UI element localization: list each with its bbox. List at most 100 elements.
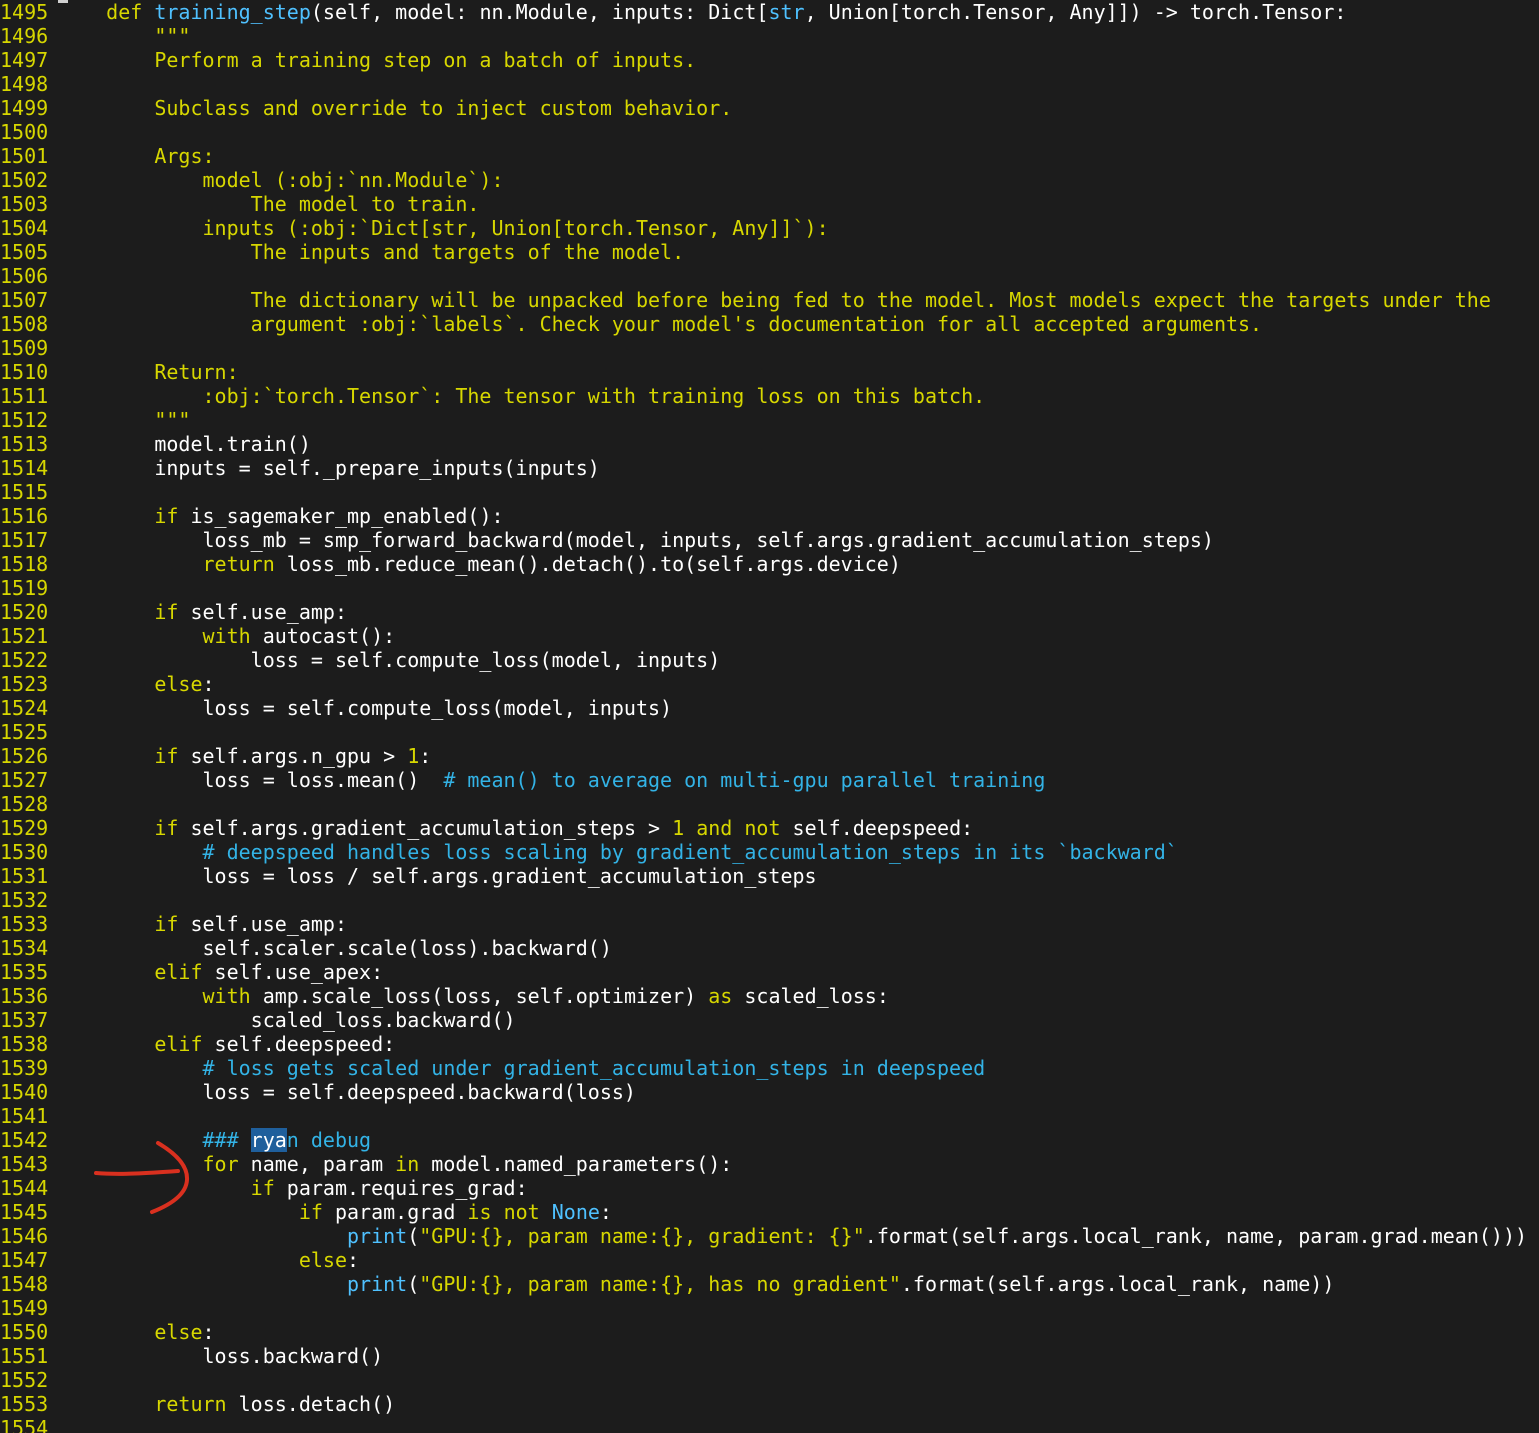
code-line[interactable]: 1511 :obj:`torch.Tensor`: The tensor wit… bbox=[0, 384, 985, 408]
code-line[interactable]: 1512 """ bbox=[0, 408, 190, 432]
code-line[interactable]: 1524 loss = self.compute_loss(model, inp… bbox=[0, 696, 672, 720]
code-line[interactable]: 1547 else: bbox=[0, 1248, 359, 1272]
code-line[interactable]: 1540 loss = self.deepspeed.backward(loss… bbox=[0, 1080, 636, 1104]
line-code: inputs (:obj:`Dict[str, Union[torch.Tens… bbox=[58, 216, 829, 240]
code-line[interactable]: 1520 if self.use_amp: bbox=[0, 600, 347, 624]
code-line[interactable]: 1515 bbox=[0, 480, 58, 504]
hand-drawn-arrow-icon bbox=[94, 1141, 190, 1214]
code-line[interactable]: 1527 loss = loss.mean() # mean() to aver… bbox=[0, 768, 1045, 792]
code-line[interactable]: 1501 Args: bbox=[0, 144, 215, 168]
code-line[interactable]: 1538 elif self.deepspeed: bbox=[0, 1032, 395, 1056]
code-line[interactable]: 1523 else: bbox=[0, 672, 215, 696]
code-line[interactable]: 1544 if param.requires_grad: bbox=[0, 1176, 528, 1200]
code-line[interactable]: 1506 bbox=[0, 264, 58, 288]
code-token: inputs (:obj:`Dict[str, Union[torch.Tens… bbox=[58, 216, 829, 240]
code-token: : bbox=[599, 1200, 612, 1224]
code-token: ( bbox=[407, 1224, 420, 1248]
code-token: self.deepspeed: bbox=[202, 1032, 396, 1056]
code-line[interactable]: 1551 loss.backward() bbox=[0, 1344, 383, 1368]
code-line[interactable]: 1535 elif self.use_apex: bbox=[0, 960, 383, 984]
line-number: 1546 bbox=[0, 1224, 49, 1248]
code-token: in bbox=[395, 1152, 420, 1176]
code-token: model.named_parameters(): bbox=[419, 1152, 733, 1176]
code-line[interactable]: 1539 # loss gets scaled under gradient_a… bbox=[0, 1056, 985, 1080]
code-line[interactable]: 1507 The dictionary will be unpacked bef… bbox=[0, 288, 1491, 312]
code-line[interactable]: 1522 loss = self.compute_loss(model, inp… bbox=[0, 648, 720, 672]
code-token: self.scaler.scale(loss).backward() bbox=[58, 936, 612, 960]
code-line[interactable]: 1530 # deepspeed handles loss scaling by… bbox=[0, 840, 1178, 864]
line-number: 1524 bbox=[0, 696, 49, 720]
line-code: Args: bbox=[58, 144, 214, 168]
line-code: self.scaler.scale(loss).backward() bbox=[58, 936, 612, 960]
code-line[interactable]: 1528 bbox=[0, 792, 58, 816]
code-line[interactable]: 1525 bbox=[0, 720, 58, 744]
code-line[interactable]: 1533 if self.use_amp: bbox=[0, 912, 347, 936]
code-line[interactable]: 1532 bbox=[0, 888, 58, 912]
code-line[interactable]: 1550 else: bbox=[0, 1320, 215, 1344]
code-line[interactable]: 1554 bbox=[0, 1416, 58, 1433]
code-token: if bbox=[154, 744, 179, 768]
code-line[interactable]: 1499 Subclass and override to inject cus… bbox=[0, 96, 732, 120]
code-line[interactable]: 1510 Return: bbox=[0, 360, 239, 384]
line-number: 1530 bbox=[0, 840, 49, 864]
code-line[interactable]: 1517 loss_mb = smp_forward_backward(mode… bbox=[0, 528, 1214, 552]
line-number: 1495 bbox=[0, 0, 49, 24]
code-token: "GPU:{}, param name:{}, has no gradient" bbox=[419, 1272, 901, 1296]
code-line[interactable]: 1553 return loss.detach() bbox=[0, 1392, 395, 1416]
code-line[interactable]: 1541 bbox=[0, 1104, 58, 1128]
code-line[interactable]: 1500 bbox=[0, 120, 58, 144]
line-number: 1526 bbox=[0, 744, 49, 768]
code-token: return bbox=[202, 552, 275, 576]
code-line[interactable]: 1519 bbox=[0, 576, 58, 600]
line-code: print("GPU:{}, param name:{}, has no gra… bbox=[58, 1272, 1334, 1296]
code-line[interactable]: 1534 self.scaler.scale(loss).backward() bbox=[0, 936, 612, 960]
code-token: scaled_loss: bbox=[732, 984, 889, 1008]
code-line[interactable]: 1536 with amp.scale_loss(loss, self.opti… bbox=[0, 984, 889, 1008]
code-line[interactable]: 1504 inputs (:obj:`Dict[str, Union[torch… bbox=[0, 216, 829, 240]
code-line[interactable]: 1497 Perform a training step on a batch … bbox=[0, 48, 696, 72]
code-line[interactable]: 1496 """ bbox=[0, 24, 190, 48]
code-token: is_sagemaker_mp_enabled(): bbox=[178, 504, 504, 528]
code-line[interactable]: 1508 argument :obj:`labels`. Check your … bbox=[0, 312, 1262, 336]
line-code: loss = loss.mean() # mean() to average o… bbox=[58, 768, 1045, 792]
code-token: Perform a training step on a batch of in… bbox=[58, 48, 697, 72]
code-line[interactable]: 1521 with autocast(): bbox=[0, 624, 395, 648]
line-number: 1531 bbox=[0, 864, 49, 888]
code-line[interactable]: 1546 print("GPU:{}, param name:{}, gradi… bbox=[0, 1224, 1527, 1248]
code-line[interactable]: 1495 def training_step(self, model: nn.M… bbox=[0, 0, 1346, 24]
code-line[interactable]: 1548 print("GPU:{}, param name:{}, has n… bbox=[0, 1272, 1334, 1296]
code-line[interactable]: 1552 bbox=[0, 1368, 58, 1392]
code-token: The inputs and targets of the model. bbox=[58, 240, 685, 264]
line-number: 1547 bbox=[0, 1248, 49, 1272]
code-token: Return: bbox=[58, 360, 239, 384]
code-token: else bbox=[154, 1320, 203, 1344]
line-number: 1509 bbox=[0, 336, 49, 360]
code-line[interactable]: 1503 The model to train. bbox=[0, 192, 479, 216]
code-line[interactable]: 1505 The inputs and targets of the model… bbox=[0, 240, 684, 264]
code-token: param.grad bbox=[322, 1200, 468, 1224]
code-line[interactable]: 1529 if self.args.gradient_accumulation_… bbox=[0, 816, 973, 840]
code-line[interactable]: 1498 bbox=[0, 72, 58, 96]
code-token: # mean() to average on multi-gpu paralle… bbox=[443, 768, 1046, 792]
code-line[interactable]: 1513 model.train() bbox=[0, 432, 311, 456]
code-line[interactable]: 1518 return loss_mb.reduce_mean().detach… bbox=[0, 552, 901, 576]
code-line[interactable]: 1537 scaled_loss.backward() bbox=[0, 1008, 516, 1032]
code-token: as bbox=[708, 984, 733, 1008]
code-line[interactable]: 1502 model (:obj:`nn.Module`): bbox=[0, 168, 504, 192]
code-token: else bbox=[154, 672, 203, 696]
code-line[interactable]: 1526 if self.args.n_gpu > 1: bbox=[0, 744, 431, 768]
code-line[interactable]: 1516 if is_sagemaker_mp_enabled(): bbox=[0, 504, 504, 528]
code-token: autocast(): bbox=[250, 624, 396, 648]
code-editor[interactable]: 1495 def training_step(self, model: nn.M… bbox=[0, 0, 1539, 1433]
code-line[interactable]: 1549 bbox=[0, 1296, 58, 1320]
code-line[interactable]: 1514 inputs = self._prepare_inputs(input… bbox=[0, 456, 600, 480]
line-code: argument :obj:`labels`. Check your model… bbox=[58, 312, 1262, 336]
code-line[interactable]: 1531 loss = loss / self.args.gradient_ac… bbox=[0, 864, 817, 888]
code-line[interactable]: 1509 bbox=[0, 336, 58, 360]
